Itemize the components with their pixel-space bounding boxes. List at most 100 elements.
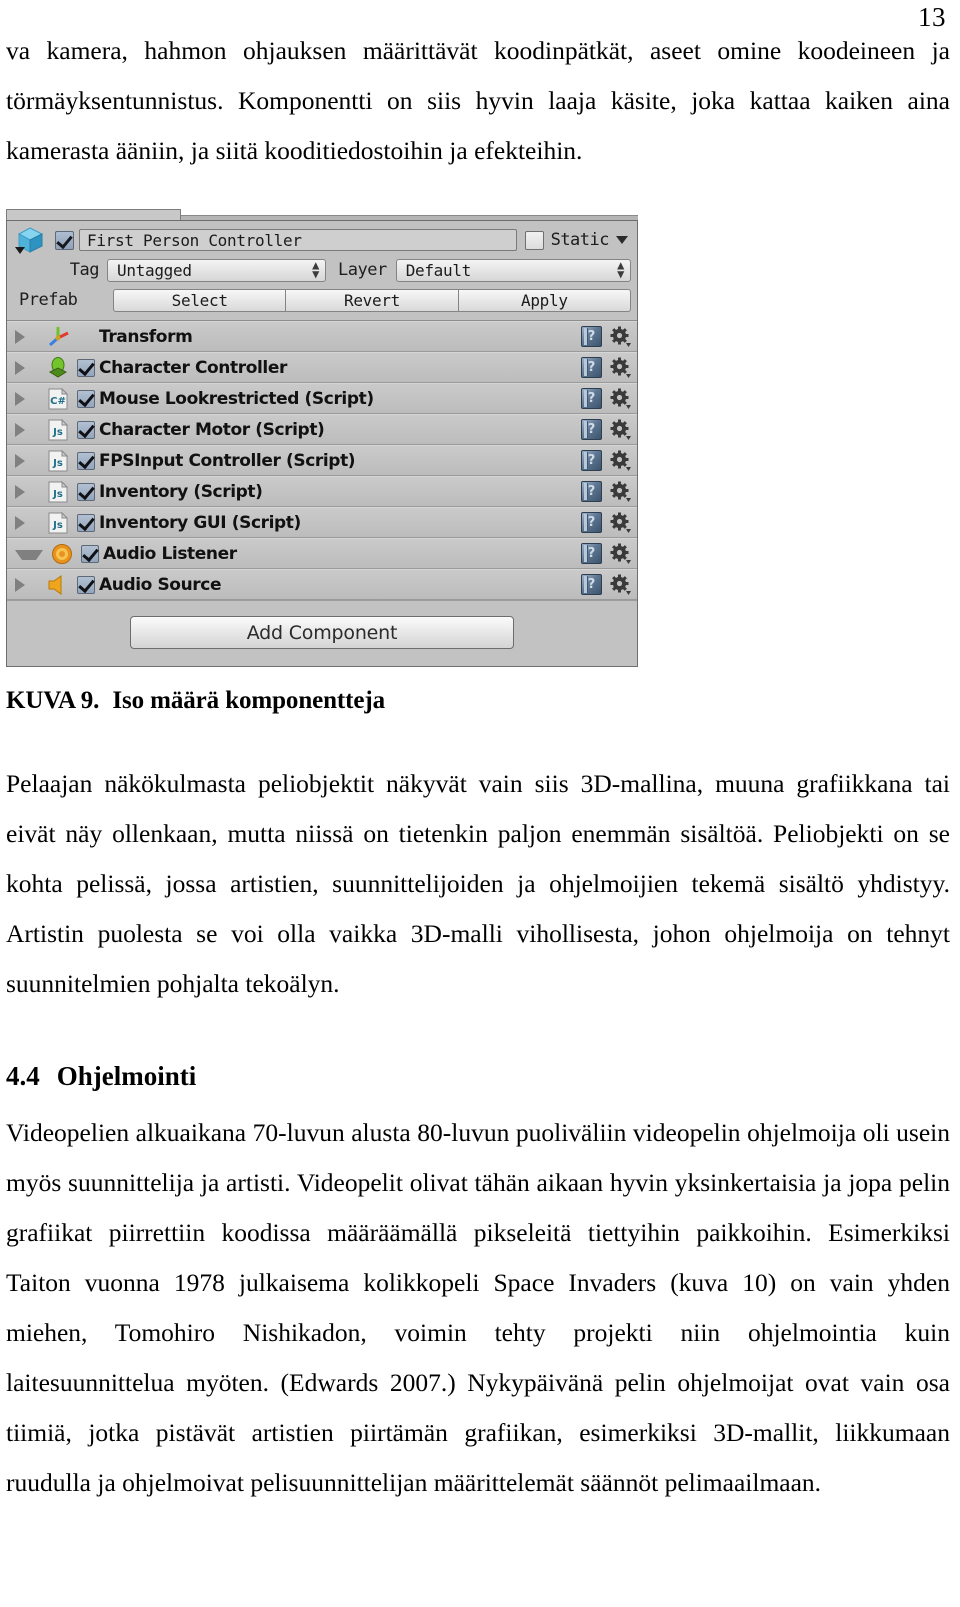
svg-text:Js: Js	[52, 520, 63, 531]
stepper-icon: ▲ ▼	[617, 258, 624, 281]
component-name: FPSInput Controller (Script)	[99, 450, 356, 471]
layer-value: Default	[405, 260, 472, 280]
object-name-field[interactable]: First Person Controller	[79, 229, 517, 251]
foldout-arrow-icon[interactable]	[15, 422, 39, 437]
prefab-apply-button[interactable]: Apply	[458, 288, 631, 312]
foldout-arrow-icon[interactable]	[15, 360, 39, 375]
prefab-revert-button[interactable]: Revert	[286, 288, 459, 312]
js-script-icon: Js	[45, 511, 71, 535]
static-label: Static	[550, 230, 610, 250]
component-row[interactable]: Audio Listener ?	[7, 538, 637, 569]
gear-icon[interactable]	[610, 357, 631, 378]
layer-label: Layer	[338, 260, 387, 280]
csharp-script-icon: C#	[45, 387, 71, 411]
chevron-down-icon[interactable]	[616, 236, 628, 244]
static-checkbox[interactable]	[524, 230, 544, 250]
transform-gizmo-icon	[45, 325, 71, 349]
inspector-panel: First Person Controller Static Tag Untag…	[6, 220, 638, 667]
component-enabled-checkbox[interactable]	[77, 389, 95, 408]
add-component-area: Add Component	[7, 600, 637, 666]
intro-paragraph: va kamera, hahmon ohjauksen määrittävät …	[6, 36, 950, 165]
gear-icon[interactable]	[610, 450, 631, 471]
figure-caption-label: KUVA 9.	[6, 687, 100, 714]
gear-icon[interactable]	[610, 419, 631, 440]
tag-layer-row: Tag Untagged ▲ ▼ Layer Default ▲ ▼	[13, 257, 631, 283]
foldout-arrow-icon[interactable]	[15, 329, 39, 344]
component-enabled-checkbox[interactable]	[77, 358, 95, 377]
gear-icon[interactable]	[610, 543, 631, 564]
component-row[interactable]: C# Mouse Lookrestricted (Script) ?	[7, 383, 637, 414]
help-icon[interactable]: ?	[581, 450, 602, 471]
component-name: Character Controller	[99, 357, 287, 378]
object-enabled-checkbox[interactable]	[55, 230, 74, 250]
component-row[interactable]: Js Character Motor (Script) ?	[7, 414, 637, 445]
help-icon[interactable]: ?	[581, 574, 602, 595]
help-icon[interactable]: ?	[581, 481, 602, 502]
foldout-arrow-icon[interactable]	[15, 453, 39, 468]
prefab-select-button[interactable]: Select	[113, 288, 287, 312]
svg-text:C#: C#	[50, 396, 66, 407]
audio-source-icon	[45, 573, 71, 597]
gear-icon[interactable]	[610, 574, 631, 595]
section-number: 4.4	[6, 1061, 40, 1091]
audio-listener-icon	[49, 542, 75, 566]
figure-caption-text: Iso määrä komponentteja	[112, 687, 386, 714]
foldout-arrow-icon[interactable]	[15, 515, 39, 530]
component-name: Mouse Lookrestricted (Script)	[99, 388, 374, 409]
character-controller-icon	[45, 356, 71, 380]
gear-icon[interactable]	[610, 326, 631, 347]
help-icon[interactable]: ?	[581, 326, 602, 347]
row-actions: ?	[581, 326, 631, 347]
row-actions: ?	[581, 357, 631, 378]
tag-value: Untagged	[117, 260, 192, 280]
gear-icon[interactable]	[610, 512, 631, 533]
row-actions: ?	[581, 450, 631, 471]
component-row[interactable]: Js FPSInput Controller (Script) ?	[7, 445, 637, 476]
gear-icon[interactable]	[610, 388, 631, 409]
row-actions: ?	[581, 543, 631, 564]
section-title: Ohjelmointi	[56, 1061, 197, 1091]
component-enabled-checkbox[interactable]	[77, 420, 95, 439]
help-icon[interactable]: ?	[581, 543, 602, 564]
component-enabled-checkbox[interactable]	[77, 451, 95, 470]
svg-text:Js: Js	[52, 458, 63, 469]
help-icon[interactable]: ?	[581, 512, 602, 533]
component-row[interactable]: Js Inventory GUI (Script) ?	[7, 507, 637, 538]
layer-dropdown[interactable]: Default ▲ ▼	[395, 258, 631, 282]
row-actions: ?	[581, 574, 631, 595]
tag-label: Tag	[69, 260, 100, 280]
svg-text:Js: Js	[52, 427, 63, 438]
component-row[interactable]: Character Controller ?	[7, 352, 637, 383]
component-enabled-checkbox[interactable]	[77, 575, 95, 594]
foldout-arrow-icon[interactable]	[15, 577, 39, 592]
component-name: Transform	[99, 326, 193, 347]
static-group: Static	[524, 230, 631, 250]
stepper-icon: ▲ ▼	[312, 258, 319, 281]
component-name: Character Motor (Script)	[99, 419, 325, 440]
paragraph-2: Pelaajan näkökulmasta peliobjektit näkyv…	[6, 769, 950, 998]
foldout-arrow-icon[interactable]	[15, 391, 39, 406]
js-script-icon: Js	[45, 418, 71, 442]
component-name: Audio Source	[99, 574, 222, 595]
tag-dropdown[interactable]: Untagged ▲ ▼	[107, 258, 326, 282]
row-actions: ?	[581, 419, 631, 440]
component-enabled-checkbox[interactable]	[77, 513, 95, 532]
object-header-row: First Person Controller Static	[13, 227, 631, 254]
js-script-icon: Js	[45, 480, 71, 504]
svg-text:Js: Js	[52, 489, 63, 500]
help-icon[interactable]: ?	[581, 419, 602, 440]
gear-icon[interactable]	[610, 481, 631, 502]
foldout-arrow-icon[interactable]	[15, 550, 43, 560]
help-icon[interactable]: ?	[581, 357, 602, 378]
help-icon[interactable]: ?	[581, 388, 602, 409]
component-row[interactable]: Transform ?	[7, 321, 637, 352]
component-row[interactable]: Audio Source ?	[7, 569, 637, 600]
document-page: 13 va kamera, hahmon ohjauksen määrittäv…	[0, 0, 960, 1607]
component-row[interactable]: Js Inventory (Script) ?	[7, 476, 637, 507]
foldout-arrow-icon[interactable]	[15, 484, 39, 499]
component-enabled-checkbox[interactable]	[77, 482, 95, 501]
paragraph-3: Videopelien alkuaikana 70-luvun alusta 8…	[6, 1118, 950, 1497]
component-enabled-checkbox[interactable]	[81, 544, 99, 563]
add-component-button[interactable]: Add Component	[130, 616, 514, 649]
js-script-icon: Js	[45, 449, 71, 473]
